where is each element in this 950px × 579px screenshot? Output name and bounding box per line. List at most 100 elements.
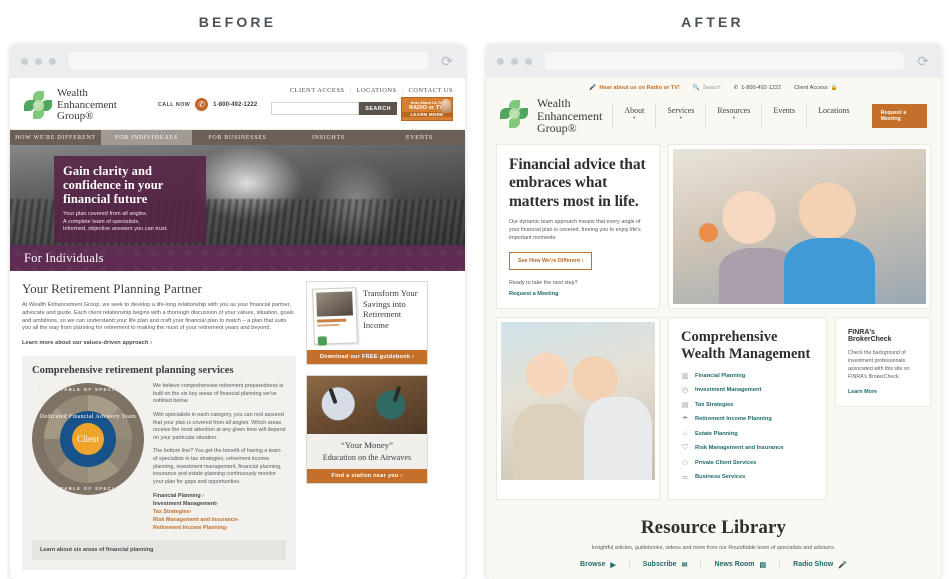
close-traffic-dot[interactable] — [21, 57, 28, 65]
guidebook-card: Transform Your Savings into Retirement I… — [306, 281, 428, 365]
cwm-item-retirement-income-planning[interactable]: ☂ Retirement Income Planning — [681, 415, 814, 423]
find-a-station-button[interactable]: Find a station near you › — [307, 469, 427, 483]
services-learn-box[interactable]: Learn about six areas of financial plann… — [32, 540, 286, 561]
services-panel: Comprehensive retirement planning servic… — [22, 356, 296, 571]
cwm-item-business-services[interactable]: ⚎ Business Services — [681, 473, 814, 481]
wheel-core-label: Client — [77, 434, 99, 445]
cwm-item-risk-management-and-insurance[interactable]: ⛉ Risk Management and Insurance — [681, 444, 814, 452]
search-button[interactable]: SEARCH — [359, 102, 397, 115]
nav-item-events[interactable]: EVENTS — [374, 130, 465, 145]
utility-client-access[interactable]: Client Access 🔒 — [794, 85, 838, 91]
after-hero-request-meeting-link[interactable]: Request a Meeting — [509, 291, 647, 297]
maximize-traffic-dot[interactable] — [49, 57, 56, 65]
before-main-column: Your Retirement Planning Partner At Weal… — [22, 281, 296, 571]
services-link-financial-planning[interactable]: Financial Planning › — [153, 492, 286, 500]
partner-link[interactable]: Learn more about our values-driven appro… — [22, 340, 296, 346]
utility-search-label: Search — [702, 85, 721, 91]
resource-link-radio-show[interactable]: Radio Show 🎤 — [780, 561, 860, 569]
cwm-item-label: Business Services — [695, 474, 746, 481]
cwm-item-label: Investment Management — [695, 387, 762, 394]
cwm-item-financial-planning[interactable]: ▥ Financial Planning — [681, 372, 814, 380]
cwm-item-tax-strategies[interactable]: ▤ Tax Strategies — [681, 401, 814, 409]
address-bar[interactable] — [545, 52, 904, 70]
microphone-icon — [392, 385, 402, 403]
minimize-traffic-dot[interactable] — [35, 57, 42, 65]
services-link-retirement-income[interactable]: Retirement Income Planning› — [153, 524, 286, 532]
resource-library-heading: Resource Library — [640, 516, 787, 538]
cwm-item-private-client-services[interactable]: ⚇ Private Client Services — [681, 459, 814, 467]
finra-learn-more-link[interactable]: Learn More — [848, 389, 918, 395]
before-page-banner: For Individuals — [10, 245, 465, 271]
after-second-row: Comprehensive Wealth Management ▥ Financ… — [496, 316, 931, 500]
services-link-tax-strategies[interactable]: Tax Strategies› — [153, 508, 286, 516]
utility-phone[interactable]: ✆ 1-800-492-1222 — [734, 85, 782, 91]
reload-icon[interactable]: ⟳ — [441, 54, 453, 68]
see-how-were-different-button[interactable]: See How We're Different › — [509, 251, 593, 270]
nav-item-for-individuals[interactable]: FOR INDIVIDUALS — [101, 130, 192, 145]
utility-radio-tv[interactable]: 🎤 Hear about us on Radio or TV! — [589, 85, 679, 91]
radio-tv-badge[interactable]: Hear About Us On RADIO or TV! LEARN MORE — [401, 97, 453, 121]
radio-show-caption: “Your Money” Education on the Airwaves — [307, 434, 427, 469]
after-main-nav: About ▾ Services ▾ Resources ▾ Events Lo… — [612, 103, 927, 128]
chevron-down-icon: ▾ — [732, 114, 735, 120]
search-input[interactable] — [271, 102, 360, 115]
guidebook-download-button[interactable]: Download our FREE guidebook › — [307, 350, 427, 364]
top-link-client-access[interactable]: CLIENT ACCESS — [290, 87, 345, 94]
microphone-icon: 🎤 — [589, 85, 597, 91]
nav-item-how-were-different[interactable]: HOW WE'RE DIFFERENT — [10, 130, 101, 145]
before-site-header: Wealth Enhancement Group® CALL NOW ✆ 1-8… — [10, 78, 465, 130]
wheel-ring-bottom-text: ROUNDTABLE OF SPECIALISTS — [37, 486, 139, 492]
newspaper-icon: ▤ — [759, 561, 767, 569]
cwm-item-investment-management[interactable]: ◴ Investment Management — [681, 386, 814, 394]
before-hero-image: Gain clarity and confidence in your fina… — [10, 145, 465, 245]
after-hero-photo-image — [673, 148, 926, 304]
nav-item-insights[interactable]: INSIGHTS — [283, 130, 374, 145]
radio-show-card: “Your Money” Education on the Airwaves F… — [306, 375, 428, 484]
before-search-row: SEARCH Hear About Us On RADIO or TV! LEA… — [271, 97, 453, 121]
before-call-now[interactable]: CALL NOW ✆ 1-800-492-1222 — [158, 98, 257, 111]
utility-client-access-label: Client Access — [794, 85, 828, 91]
resource-link-subscribe[interactable]: Subscribe ✉ — [630, 560, 702, 569]
top-link-contact-us[interactable]: CONTACT US — [409, 87, 454, 94]
nav-item-locations[interactable]: Locations — [806, 103, 861, 128]
roundtable-wheel-diagram: Client ROUNDTABLE OF SPECIALISTS ROUNDTA… — [32, 383, 144, 496]
services-link-risk-management[interactable]: Risk Management and Insurance› — [153, 516, 286, 524]
before-logo[interactable]: Wealth Enhancement Group® — [24, 87, 117, 123]
divider: | — [401, 87, 404, 94]
after-browser-window: ⟳ 🎤 Hear about us on Radio or TV! 🔍 Sear… — [486, 44, 941, 579]
resource-library-subtext: Insightful articles, guidebooks, videos … — [591, 544, 836, 551]
resource-link-browse-label: Browse — [580, 561, 606, 569]
nav-item-for-businesses[interactable]: FOR BUSINESSES — [192, 130, 283, 145]
browser-chrome: ⟳ — [486, 44, 941, 78]
resource-link-news-room[interactable]: News Room ▤ — [701, 560, 781, 569]
cwm-item-estate-planning[interactable]: ⌂ Estate Planning — [681, 430, 814, 438]
comprehensive-wealth-management-card: Comprehensive Wealth Management ▥ Financ… — [668, 316, 827, 500]
document-icon: ▤ — [681, 401, 689, 409]
resource-link-browse[interactable]: Browse ▶ — [567, 560, 630, 569]
before-side-column: Transform Your Savings into Retirement I… — [306, 281, 428, 570]
top-link-locations[interactable]: LOCATIONS — [356, 87, 396, 94]
after-hero-headline: Financial advice that embraces what matt… — [509, 155, 646, 210]
reload-icon[interactable]: ⟳ — [917, 54, 929, 68]
minimize-traffic-dot[interactable] — [511, 57, 518, 65]
nav-item-services[interactable]: Services ▾ — [655, 103, 705, 128]
guidebook-cover-image — [312, 287, 358, 347]
services-link-investment-management[interactable]: Investment Management› — [153, 500, 286, 508]
after-logo[interactable]: Wealth Enhancement Group® — [500, 97, 602, 135]
request-a-meeting-button[interactable]: Request a Meeting — [871, 103, 927, 128]
utility-search[interactable]: 🔍 Search — [693, 85, 721, 91]
search-icon: 🔍 — [692, 85, 700, 91]
divider: | — [349, 87, 352, 94]
nav-item-resources[interactable]: Resources ▾ — [705, 103, 761, 128]
radio-badge-line2: RADIO or TV! — [409, 105, 445, 111]
after-couple-photo-card — [496, 316, 660, 500]
address-bar[interactable] — [69, 52, 428, 70]
close-traffic-dot[interactable] — [497, 57, 504, 65]
nav-item-events[interactable]: Events — [761, 103, 806, 128]
nav-item-about[interactable]: About ▾ — [612, 103, 655, 128]
finra-body: Check the background of investment profe… — [848, 349, 910, 380]
before-hero-subtext: Your plan covered from all angles. A com… — [63, 211, 168, 233]
weg-leaf-logo-icon — [500, 99, 532, 132]
maximize-traffic-dot[interactable] — [525, 57, 532, 65]
services-heading: Comprehensive retirement planning servic… — [32, 365, 234, 377]
